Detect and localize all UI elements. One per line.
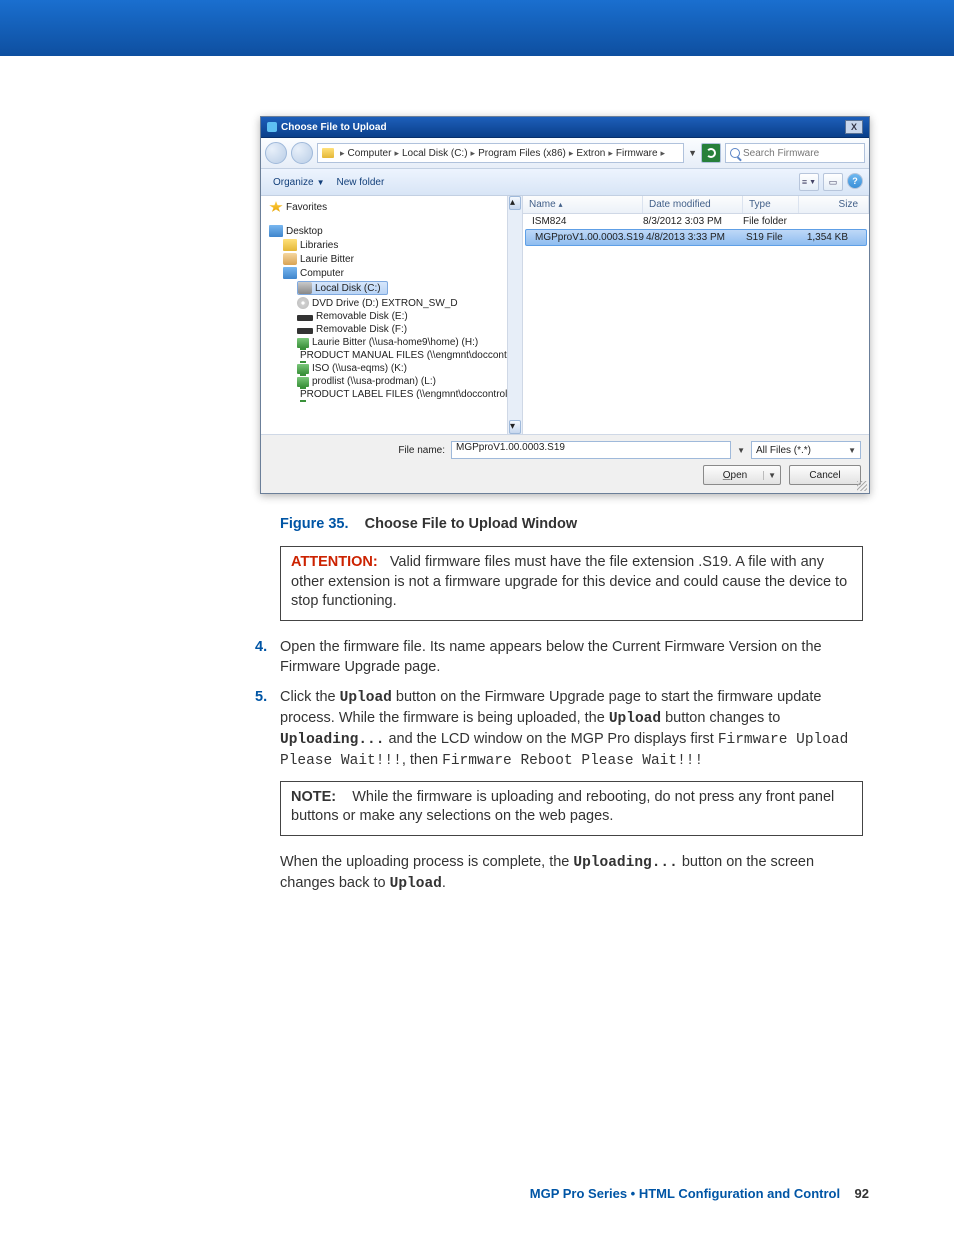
col-name[interactable]: Name [529,199,556,210]
libraries-icon [283,239,297,251]
search-icon [730,148,740,158]
dialog-nav: ▸Computer ▸Local Disk (C:) ▸Program File… [261,138,869,169]
attention-label: ATTENTION: [291,554,378,570]
tree-net-k[interactable]: ISO (\\usa-eqms) (K:) [312,363,407,374]
tree-computer[interactable]: Computer [300,268,344,279]
path-extron[interactable]: Extron [576,148,605,159]
tree-libraries[interactable]: Libraries [300,240,338,251]
file-dialog: Choose File to Upload X ▸Computer ▸Local… [260,116,870,494]
note-text: While the firmware is uploading and rebo… [291,789,834,825]
favorites-icon [269,201,283,213]
filename-label: File name: [269,445,445,456]
disk-icon [298,282,312,294]
path-computer[interactable]: Computer [348,148,392,159]
cancel-button[interactable]: Cancel [789,465,861,485]
file-row[interactable]: ISM8248/3/2012 3:03 PMFile folder [523,214,869,229]
filename-input[interactable]: MGPproV1.00.0003.S19 [451,441,731,459]
network-drive-icon [297,377,309,387]
usb-icon [297,315,313,321]
search-box[interactable]: Search Firmware [725,143,865,163]
new-folder-button[interactable]: New folder [331,175,391,190]
breadcrumb[interactable]: ▸Computer ▸Local Disk (C:) ▸Program File… [317,143,684,163]
tree-removable-e[interactable]: Removable Disk (E:) [316,311,408,322]
preview-pane-button[interactable]: ▭ [823,173,843,191]
network-drive-icon [297,338,309,348]
col-size[interactable]: Size [799,196,869,213]
back-button[interactable] [265,142,287,164]
tree-localc[interactable]: Local Disk (C:) [315,283,381,294]
scroll-down-button[interactable]: ▾ [509,420,521,434]
usb-icon [297,328,313,334]
help-button[interactable]: ? [847,173,863,189]
figure-caption: Figure 35. Choose File to Upload Window [280,516,869,532]
tree-scrollbar[interactable]: ▴ ▾ [507,196,522,434]
tree-net-j[interactable]: PRODUCT MANUAL FILES (\\engmnt\doccontro… [300,350,523,361]
page-footer: MGP Pro Series • HTML Configuration and … [530,1186,869,1201]
file-list[interactable]: Name ▴ Date modified Type Size ISM8248/3… [523,196,869,434]
path-firmware[interactable]: Firmware [616,148,658,159]
tree-user[interactable]: Laurie Bitter [300,254,354,265]
col-date[interactable]: Date modified [643,196,743,213]
file-filter-select[interactable]: All Files (*.*)▼ [751,441,861,459]
folder-tree[interactable]: Favorites Desktop Libraries Laurie Bitte… [261,196,523,434]
tree-removable-f[interactable]: Removable Disk (F:) [316,324,407,335]
close-button[interactable]: X [845,120,863,134]
note-label: NOTE: [291,789,336,805]
computer-icon [283,267,297,279]
tree-desktop[interactable]: Desktop [286,226,323,237]
open-button[interactable]: Open [703,465,781,485]
list-header[interactable]: Name ▴ Date modified Type Size [523,196,869,214]
dialog-title: Choose File to Upload [281,122,387,133]
attention-box: ATTENTION: Valid firmware files must hav… [280,546,863,621]
forward-button[interactable] [291,142,313,164]
organize-menu[interactable]: Organize▼ [267,175,331,190]
dialog-toolbar: Organize▼ New folder ≡ ▼ ▭ ? [261,169,869,196]
dialog-titlebar: Choose File to Upload X [261,117,869,138]
dvd-icon [297,297,309,309]
path-progfiles[interactable]: Program Files (x86) [478,148,566,159]
note-box: NOTE: While the firmware is uploading an… [280,781,863,836]
refresh-button[interactable] [701,143,721,163]
resize-grip[interactable] [857,481,867,491]
user-icon [283,253,297,265]
folder-icon [322,148,334,158]
tree-net-n[interactable]: PRODUCT LABEL FILES (\\engmnt\doccontrol… [300,389,523,400]
tree-net-h[interactable]: Laurie Bitter (\\usa-home9\home) (H:) [312,337,478,348]
view-mode-button[interactable]: ≡ ▼ [799,173,819,191]
step-4: 4. Open the firmware file. Its name appe… [255,637,865,677]
col-type[interactable]: Type [743,196,799,213]
file-row[interactable]: MGPproV1.00.0003.S194/8/2013 3:33 PMS19 … [525,229,867,246]
step-5: 5. Click the Upload button on the Firmwa… [255,687,865,771]
network-drive-icon [297,364,309,374]
ie-icon [267,122,277,132]
tree-dvd[interactable]: DVD Drive (D:) EXTRON_SW_D [312,298,458,309]
after-note-text: When the uploading process is complete, … [280,852,863,894]
dialog-footer: File name: MGPproV1.00.0003.S19 ▼ All Fi… [261,434,869,493]
path-localc[interactable]: Local Disk (C:) [402,148,468,159]
search-placeholder: Search Firmware [743,148,819,159]
page-top-bar [0,0,954,56]
desktop-icon [269,225,283,237]
scroll-up-button[interactable]: ▴ [509,196,521,210]
tree-favorites[interactable]: Favorites [286,202,327,213]
tree-net-l[interactable]: prodlist (\\usa-prodman) (L:) [312,376,436,387]
